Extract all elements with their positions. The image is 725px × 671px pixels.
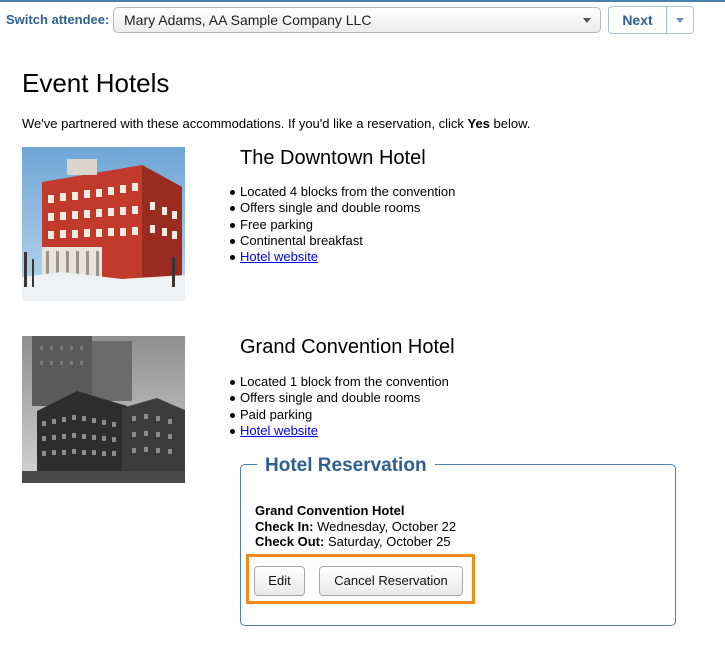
- reservation-hotel-name: Grand Convention Hotel: [255, 503, 405, 518]
- hotel-website-link[interactable]: Hotel website: [240, 249, 318, 264]
- check-out-value: Saturday, October 25: [324, 534, 451, 549]
- intro-text-start: We've partnered with these accommodation…: [22, 116, 468, 131]
- check-in-label: Check In:: [255, 519, 314, 534]
- check-in-line: Check In: Wednesday, October 22: [255, 519, 456, 534]
- attendee-selected-value: Mary Adams, AA Sample Company LLC: [124, 12, 372, 28]
- page-title: Event Hotels: [22, 68, 170, 98]
- chevron-down-icon: [583, 18, 591, 23]
- check-in-value: Wednesday, October 22: [313, 519, 457, 534]
- switch-attendee-label: Switch attendee:: [6, 12, 110, 27]
- intro-text-end: below.: [489, 116, 531, 131]
- hotel-name: The Downtown Hotel: [240, 147, 426, 169]
- attendee-select[interactable]: Mary Adams, AA Sample Company LLC: [113, 7, 601, 33]
- feature-item: Located 1 block from the convention: [230, 374, 449, 389]
- intro-text: We've partnered with these accommodation…: [22, 116, 530, 131]
- feature-item-link: Hotel website: [229, 249, 455, 265]
- feature-item-link: Hotel website: [230, 423, 449, 439]
- next-button[interactable]: Next: [608, 6, 666, 34]
- edit-button[interactable]: Edit: [254, 566, 305, 596]
- reservation-heading: Hotel Reservation: [257, 455, 435, 477]
- feature-item: Free parking: [229, 217, 455, 233]
- feature-item: Located 4 blocks from the convention: [229, 184, 456, 199]
- downtown-hotel-image: [22, 147, 185, 301]
- next-dropdown-button[interactable]: [666, 6, 694, 34]
- feature-item: Offers single and double rooms: [230, 390, 449, 406]
- hotel-website-link[interactable]: Hotel website: [240, 423, 318, 438]
- feature-item: Continental breakfast: [229, 233, 455, 249]
- hotel-reservation-panel: Hotel Reservation Grand Convention Hotel…: [240, 455, 676, 626]
- grand-convention-hotel-image: [22, 336, 185, 483]
- check-out-label: Check Out:: [255, 534, 325, 549]
- chevron-down-icon: [676, 18, 684, 23]
- cancel-reservation-button[interactable]: Cancel Reservation: [319, 566, 463, 596]
- check-out-line: Check Out: Saturday, October 25: [255, 534, 451, 549]
- hotel-name: Grand Convention Hotel: [240, 336, 455, 358]
- hotel-features-list: Located 1 block from the convention Offe…: [230, 374, 449, 439]
- top-border: [0, 0, 725, 2]
- hotel-features-list: Located 4 blocks from the convention Off…: [229, 184, 456, 265]
- feature-item: Offers single and double rooms: [229, 200, 455, 216]
- intro-text-yes: Yes: [467, 116, 490, 131]
- feature-item: Paid parking: [230, 407, 449, 423]
